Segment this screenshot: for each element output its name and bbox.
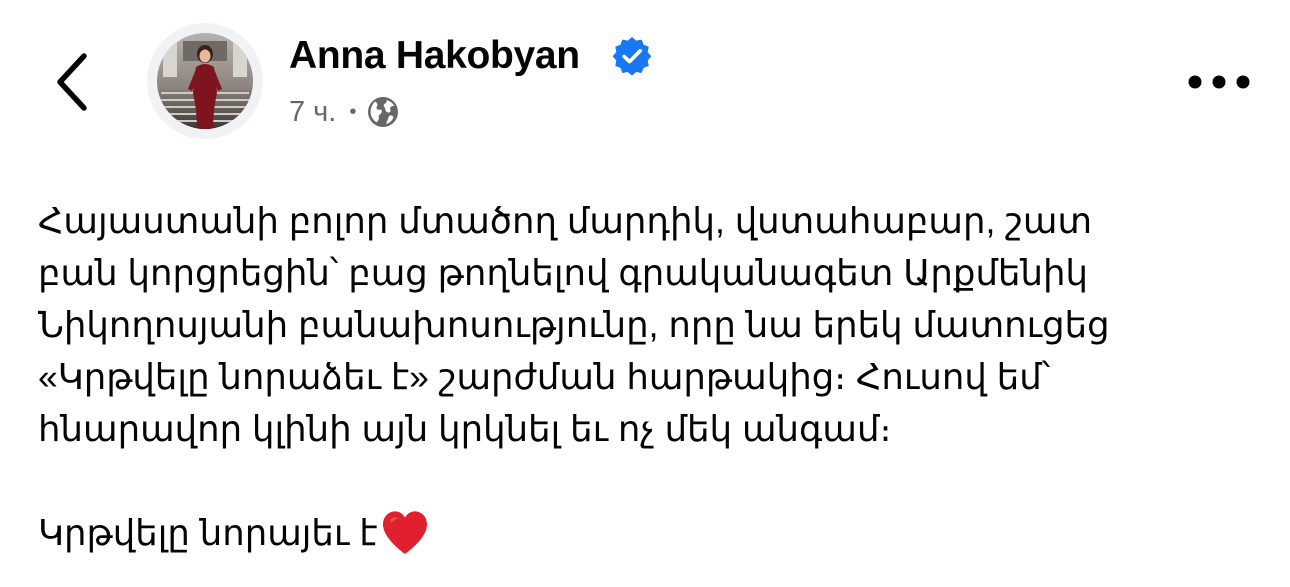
post-line: հնարավոր կլինի այն կրկնել եւ ոչ մեկ անգա… [38, 409, 892, 449]
verified-badge-icon [612, 37, 652, 76]
post-timestamp[interactable]: 7 ч. [289, 96, 336, 129]
post-line: բան կորցրեցին՝ բաց թողնելով գրականագետ Ա… [38, 253, 1089, 293]
post-line: Նիկողոսյանի բանախոսությունը, որը նա երեկ… [38, 305, 1110, 345]
post-closing-text: Կրթվելը նորայեւ է [38, 513, 378, 553]
post-closing-line: Կրթվելը նորայեւ է [38, 507, 1268, 559]
chevron-left-icon [57, 53, 87, 111]
more-horizontal-icon [1188, 75, 1250, 89]
globe-icon[interactable] [366, 95, 400, 129]
meta-separator: • [349, 100, 357, 123]
more-options-button[interactable] [1183, 60, 1255, 104]
author-name[interactable]: Anna Hakobyan [289, 34, 580, 78]
author-avatar-button[interactable] [147, 23, 263, 139]
post-line: Հայաստանի բոլոր մտածող մարդիկ, վստահաբար… [38, 201, 1093, 241]
avatar [157, 33, 253, 129]
post-text: Հայաստանի բոլոր մտածող մարդիկ, վստահաբար… [38, 195, 1268, 559]
post-line: «Կրթվելը նորաձեւ է» շարժման հարթակից։ Հո… [38, 357, 1051, 397]
post-meta: 7 ч. • [289, 92, 400, 132]
heart-icon [383, 511, 428, 554]
back-button[interactable] [44, 44, 100, 120]
